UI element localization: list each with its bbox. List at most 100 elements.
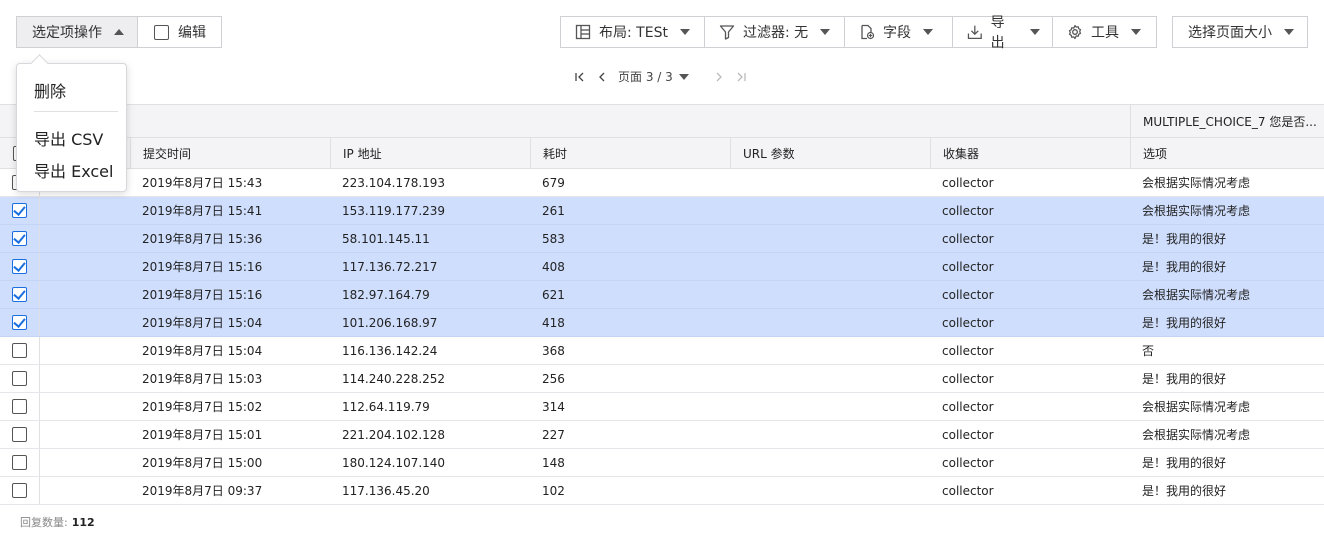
cell-option: 会根据实际情况考虑 — [1142, 400, 1251, 414]
menu-item-delete[interactable]: 删除 — [34, 78, 66, 102]
column-header[interactable]: 提交时间 — [130, 138, 330, 168]
cell-option: 会根据实际情况考虑 — [1142, 428, 1251, 442]
next-page-icon[interactable] — [713, 71, 725, 83]
layout-icon — [575, 24, 591, 40]
cell-collector: collector — [942, 455, 994, 470]
prev-page-icon[interactable] — [596, 71, 608, 83]
row-checkbox[interactable] — [12, 259, 27, 274]
cell-collector: collector — [942, 371, 994, 386]
table-row[interactable]: 2019年8月7日 15:16 117.136.72.217 408 collecto… — [0, 253, 1324, 281]
row-checkbox[interactable] — [12, 343, 27, 358]
row-checkbox[interactable] — [12, 231, 27, 246]
checkbox-icon — [154, 24, 169, 40]
cell-option: 是！我用的很好 — [1142, 456, 1227, 470]
cell-ip-address: 221.204.102.128 — [342, 427, 446, 442]
table-row[interactable]: 2019年8月7日 09:37 117.136.45.20 102 collector… — [0, 477, 1324, 505]
cell-duration: 148 — [542, 455, 565, 470]
table-row[interactable]: 2019年8月7日 15:02 112.64.119.79 314 collector… — [0, 393, 1324, 421]
row-checkbox-cell — [0, 421, 40, 448]
cell-duration: 418 — [542, 315, 565, 330]
row-checkbox[interactable] — [12, 455, 27, 470]
column-header[interactable]: 耗时 — [530, 138, 730, 168]
cell-collector: collector — [942, 231, 994, 246]
column-header[interactable]: 选项 — [1130, 138, 1324, 168]
gear-icon — [1068, 24, 1082, 40]
fields-label: 字段 — [883, 25, 911, 41]
table-row[interactable]: 2019年8月7日 15:04 101.206.168.97 418 collecto… — [0, 309, 1324, 337]
first-page-icon[interactable] — [574, 71, 586, 83]
column-header[interactable]: URL 参数 — [730, 138, 930, 168]
cell-submit-time: 2019年8月7日 15:01 — [142, 428, 263, 442]
last-page-icon[interactable] — [735, 71, 747, 83]
export-button[interactable]: 导出 — [953, 15, 1053, 51]
row-checkbox-cell — [0, 337, 40, 364]
table-row[interactable]: 2019年8月7日 15:00 180.124.107.140 148 collect… — [0, 449, 1324, 477]
cell-option: 是！我用的很好 — [1142, 484, 1227, 498]
cell-url-params — [730, 225, 742, 252]
fields-button[interactable]: 字段 — [845, 17, 953, 47]
row-checkbox[interactable] — [12, 427, 27, 442]
cell-collector: collector — [942, 399, 994, 414]
cell-url-params — [730, 309, 742, 336]
cell-url-params — [730, 281, 742, 308]
row-checkbox-cell — [0, 225, 40, 252]
page-indicator[interactable]: 页面 3 / 3 — [618, 68, 689, 85]
download-icon — [967, 25, 982, 39]
cell-submit-time: 2019年8月7日 15:16 — [142, 288, 263, 302]
row-checkbox[interactable] — [12, 203, 27, 218]
caret-down-icon — [1030, 29, 1040, 35]
caret-down-icon — [923, 29, 933, 35]
cell-submit-time: 2019年8月7日 15:02 — [142, 400, 263, 414]
column-header[interactable]: 收集器 — [930, 138, 1130, 168]
table-row[interactable]: 2019年8月7日 15:43 223.104.178.193 679 collect… — [0, 169, 1324, 197]
selection-actions-button[interactable]: 选定项操作 — [16, 16, 138, 48]
caret-down-icon — [1284, 29, 1294, 35]
table-header: 提交时间 IP 地址 耗时 URL 参数 收集器 选项 — [0, 138, 1324, 169]
cell-collector: collector — [942, 483, 994, 498]
table-row[interactable]: 2019年8月7日 15:16 182.97.164.79 621 collector… — [0, 281, 1324, 309]
table-row[interactable]: 2019年8月7日 15:36 58.101.145.11 583 collector… — [0, 225, 1324, 253]
cell-collector: collector — [942, 343, 994, 358]
layout-button[interactable]: 布局: TESt — [561, 17, 705, 47]
cell-option: 会根据实际情况考虑 — [1142, 204, 1251, 218]
column-header[interactable]: IP 地址 — [330, 138, 530, 168]
cell-url-params — [730, 253, 742, 280]
cell-url-params — [730, 393, 742, 420]
cell-submit-time: 2019年8月7日 15:03 — [142, 372, 263, 386]
cell-ip-address: 117.136.45.20 — [342, 483, 430, 498]
cell-submit-time: 2019年8月7日 15:16 — [142, 260, 263, 274]
cell-submit-time: 2019年8月7日 15:04 — [142, 344, 263, 358]
cell-submit-time: 2019年8月7日 15:04 — [142, 316, 263, 330]
cell-duration: 583 — [542, 231, 565, 246]
cell-duration: 256 — [542, 371, 565, 386]
table-row[interactable]: 2019年8月7日 15:04 116.136.142.24 368 collecto… — [0, 337, 1324, 365]
edit-toggle-button[interactable]: 编辑 — [137, 16, 222, 48]
row-checkbox[interactable] — [12, 315, 27, 330]
row-checkbox[interactable] — [12, 371, 27, 386]
row-checkbox-cell — [0, 449, 40, 476]
filter-button[interactable]: 过滤器: 无 — [705, 17, 845, 47]
table-row[interactable]: 2019年8月7日 15:03 114.240.228.252 256 collect… — [0, 365, 1324, 393]
page-label: 页面 3 / 3 — [618, 70, 673, 84]
tools-button[interactable]: 工具 — [1053, 17, 1156, 47]
menu-item-export-excel[interactable]: 导出 Excel — [34, 158, 113, 182]
cell-submit-time: 2019年8月7日 15:36 — [142, 232, 263, 246]
menu-item-export-csv[interactable]: 导出 CSV — [34, 126, 103, 150]
row-checkbox[interactable] — [12, 287, 27, 302]
caret-up-icon — [114, 29, 124, 35]
cell-duration: 314 — [542, 399, 565, 414]
table-row[interactable]: 2019年8月7日 15:01 221.204.102.128 227 collect… — [0, 421, 1324, 449]
cell-ip-address: 223.104.178.193 — [342, 175, 446, 190]
row-checkbox-cell — [0, 281, 40, 308]
page-size-select[interactable]: 选择页面大小 — [1172, 16, 1308, 48]
edit-label: 编辑 — [178, 25, 206, 41]
menu-divider — [34, 111, 118, 112]
layout-label: 布局: TESt — [599, 25, 668, 41]
table-row[interactable]: 2019年8月7日 15:41 153.119.177.239 261 collect… — [0, 197, 1324, 225]
row-checkbox[interactable] — [12, 399, 27, 414]
row-checkbox[interactable] — [12, 483, 27, 498]
response-count-label: 回复数量: — [20, 516, 68, 529]
cell-collector: collector — [942, 287, 994, 302]
response-count: 回复数量: 112 — [20, 514, 95, 530]
toolbar-group: 布局: TESt 过滤器: 无 字段 导出 工具 — [560, 15, 1157, 51]
